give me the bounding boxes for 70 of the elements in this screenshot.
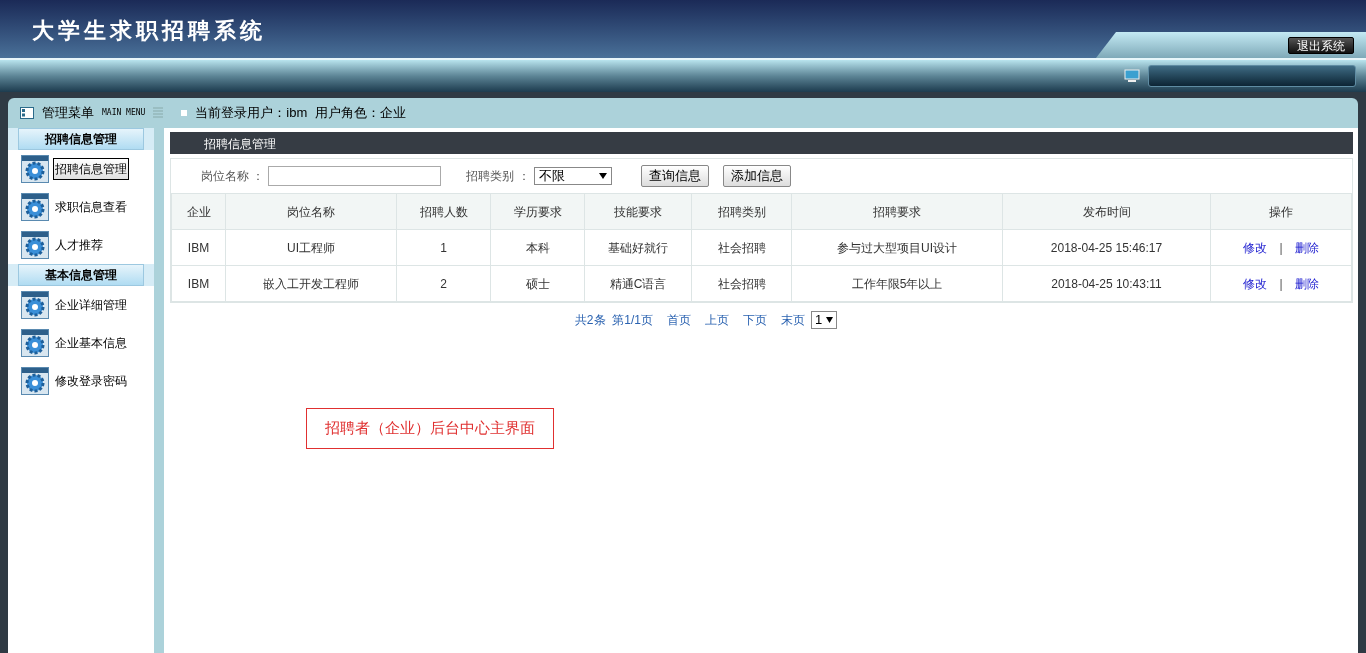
table-cell: 2018-04-25 15:46:17	[1002, 229, 1211, 266]
gear-icon	[21, 231, 49, 259]
table-cell: 基础好就行	[584, 229, 692, 266]
column-header: 发布时间	[1002, 193, 1211, 230]
column-header: 岗位名称	[225, 193, 397, 230]
logout-button[interactable]: 退出系统	[1288, 36, 1354, 54]
table-cell: 2	[396, 265, 491, 302]
table-cell: IBM	[171, 229, 226, 266]
bullet-icon	[181, 110, 188, 116]
sidebar-item[interactable]: 企业基本信息	[53, 333, 129, 353]
table-cell: UI工程师	[225, 229, 397, 266]
edit-link[interactable]: 修改	[1243, 240, 1268, 255]
table-cell: 社会招聘	[691, 265, 792, 302]
layout-icon	[20, 107, 34, 119]
table-cell: 1	[396, 229, 491, 266]
page-summary: 共2条 第1/1页	[574, 312, 653, 329]
table-cell: 本科	[490, 229, 585, 266]
add-button[interactable]: 添加信息	[722, 165, 791, 187]
delete-link[interactable]: 删除	[1294, 276, 1319, 291]
list-icon	[153, 107, 164, 119]
gear-icon	[21, 329, 49, 357]
table-cell: 硕士	[490, 265, 585, 302]
gear-icon	[21, 367, 49, 395]
column-header: 学历要求	[490, 193, 585, 230]
annotation-note: 招聘者（企业）后台中心主界面	[306, 408, 554, 449]
input-field[interactable]	[268, 166, 442, 186]
system-title: 大学生求职招聘系统	[32, 16, 266, 45]
menu-subtitle: MAIN MENU	[102, 107, 146, 119]
gear-icon	[21, 291, 49, 319]
edit-link[interactable]: 修改	[1243, 276, 1268, 291]
column-header: 操作	[1210, 193, 1352, 230]
column-header: 技能要求	[584, 193, 692, 230]
table-cell: 工作年限5年以上	[791, 265, 1003, 302]
table-cell: 参与过大型项目UI设计	[791, 229, 1003, 266]
monitor-icon	[1124, 69, 1140, 83]
column-header: 招聘人数	[396, 193, 491, 230]
sidebar-item[interactable]: 企业详细管理	[53, 295, 129, 315]
sidebar-item[interactable]: 修改登录密码	[53, 371, 129, 391]
panel-title: 招聘信息管理	[170, 132, 1353, 154]
table-cell: 社会招聘	[691, 229, 792, 266]
table-cell: 精通C语言	[584, 265, 692, 302]
table-cell: 嵌入工开发工程师	[225, 265, 397, 302]
user-info: 当前登录用户：ibm 用户角色：企业	[195, 104, 406, 123]
caret-icon	[598, 173, 607, 179]
page-link[interactable]: 末页	[780, 311, 805, 329]
page-link[interactable]: 下页	[742, 311, 767, 329]
gear-icon	[21, 155, 49, 183]
sidebar-item[interactable]: 人才推荐	[53, 235, 105, 255]
sidebar-item[interactable]: 求职信息查看	[53, 197, 129, 217]
field-label: 岗位名称 ：	[201, 168, 265, 185]
caret-icon	[826, 317, 834, 323]
separator: |	[1279, 240, 1283, 255]
separator: |	[1279, 276, 1283, 291]
sidebar-item[interactable]: 招聘信息管理	[53, 158, 129, 180]
category-dropdown[interactable]: 不限	[533, 167, 612, 185]
table-cell: 2018-04-25 10:43:11	[1002, 265, 1211, 302]
sidebar-group-header: 招聘信息管理	[18, 128, 144, 150]
sidebar-group-header: 基本信息管理	[18, 264, 144, 286]
page-link[interactable]: 首页	[666, 311, 691, 329]
page-link[interactable]: 上页	[704, 311, 729, 329]
delete-link[interactable]: 删除	[1294, 240, 1319, 255]
menu-title: 管理菜单	[42, 104, 94, 123]
page-dropdown[interactable]: 1	[810, 311, 838, 329]
table-cell: IBM	[171, 265, 226, 302]
column-header: 企业	[171, 193, 226, 230]
query-button[interactable]: 查询信息	[640, 165, 709, 187]
gear-icon	[21, 193, 49, 221]
field-label: 招聘类别 ：	[466, 168, 530, 185]
column-header: 招聘要求	[791, 193, 1003, 230]
column-header: 招聘类别	[691, 193, 792, 230]
